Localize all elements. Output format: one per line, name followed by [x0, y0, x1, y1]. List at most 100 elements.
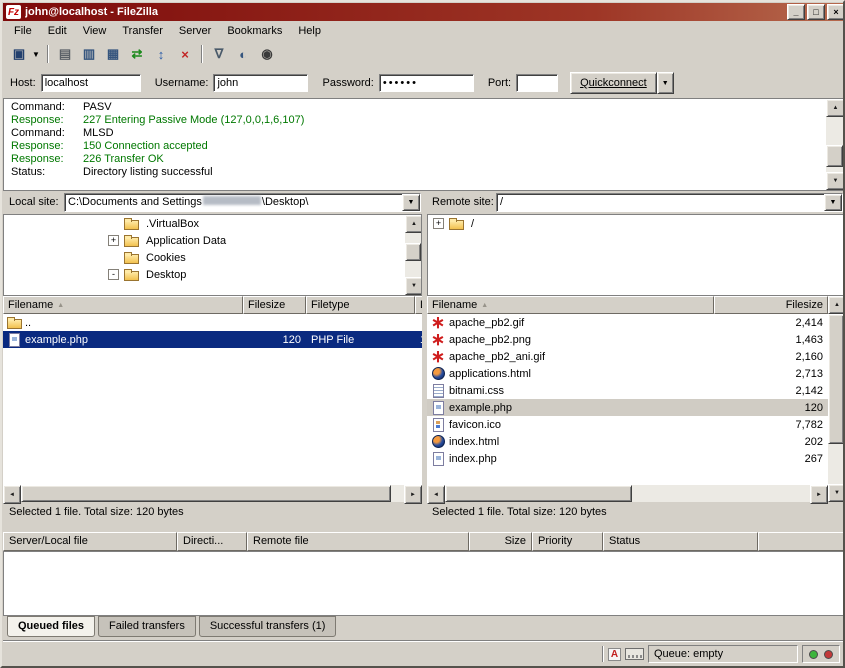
- file-row[interactable]: index.html 202: [427, 433, 828, 450]
- file-row[interactable]: favicon.ico 7,782: [427, 416, 828, 433]
- menu-item[interactable]: Help: [290, 23, 329, 39]
- process-queue-icon[interactable]: ↕: [150, 44, 172, 64]
- queue-column-header[interactable]: Remote file: [247, 532, 469, 551]
- quickconnect-dropdown-icon[interactable]: ▼: [657, 72, 674, 94]
- file-row[interactable]: example.php 120: [427, 399, 828, 416]
- scrollbar-track[interactable]: [828, 314, 844, 484]
- queue-column-header[interactable]: Server/Local file: [3, 532, 177, 551]
- toggle-log-icon[interactable]: ▤: [54, 44, 76, 64]
- tree-expander-icon[interactable]: +: [108, 235, 119, 246]
- filesize-cell: 120: [714, 399, 828, 416]
- queue-tab[interactable]: Queued files: [7, 616, 95, 637]
- password-input[interactable]: [379, 74, 474, 92]
- queue-body[interactable]: [3, 551, 844, 616]
- menu-item[interactable]: Bookmarks: [219, 23, 290, 39]
- column-header[interactable]: Filetype: [306, 296, 415, 314]
- queue-tab[interactable]: Failed transfers: [98, 616, 196, 637]
- scroll-up-icon[interactable]: ▲: [826, 99, 845, 117]
- tree-item[interactable]: - Desktop: [4, 266, 421, 283]
- minimize-button[interactable]: _: [787, 4, 805, 20]
- column-header[interactable]: L: [415, 296, 422, 314]
- menu-item[interactable]: Edit: [40, 23, 75, 39]
- column-header[interactable]: Filename ▲: [3, 296, 243, 314]
- scrollbar-thumb[interactable]: [826, 145, 843, 167]
- toggle-local-tree-icon[interactable]: ▥: [78, 44, 100, 64]
- queue-column-header[interactable]: Status: [603, 532, 758, 551]
- remote-vscrollbar[interactable]: ▲ ▼: [828, 296, 844, 502]
- site-manager-dropdown-icon[interactable]: ▼: [30, 44, 42, 64]
- file-row[interactable]: apache_pb2.png 1,463: [427, 331, 828, 348]
- toggle-remote-tree-icon[interactable]: ▦: [102, 44, 124, 64]
- scrollbar-thumb[interactable]: [21, 485, 391, 502]
- local-hscrollbar[interactable]: ◄ ►: [3, 485, 422, 502]
- menu-item[interactable]: View: [75, 23, 115, 39]
- file-row[interactable]: bitnami.css 2,142: [427, 382, 828, 399]
- tree-item[interactable]: + Application Data: [4, 232, 421, 249]
- file-row[interactable]: example.php 120 PHP File 1: [3, 331, 422, 348]
- scrollbar-track[interactable]: [405, 233, 421, 277]
- scroll-up-icon[interactable]: ▲: [405, 215, 422, 233]
- file-row[interactable]: applications.html 2,713: [427, 365, 828, 382]
- file-row[interactable]: apache_pb2.gif 2,414: [427, 314, 828, 331]
- tree-item[interactable]: .VirtualBox: [4, 215, 421, 232]
- scroll-left-icon[interactable]: ◄: [427, 485, 445, 504]
- tree-item[interactable]: + /: [428, 215, 843, 232]
- local-tree-scrollbar[interactable]: ▲ ▼: [405, 215, 421, 295]
- queue-column-header[interactable]: Priority: [532, 532, 603, 551]
- ascii-transfer-type-icon[interactable]: A: [608, 648, 621, 661]
- scroll-right-icon[interactable]: ►: [810, 485, 828, 504]
- local-site-combo[interactable]: C:\Documents and Settings\Desktop\ ▼: [64, 193, 421, 212]
- menu-item[interactable]: File: [6, 23, 40, 39]
- username-input[interactable]: [213, 74, 308, 92]
- file-row[interactable]: index.php 267: [427, 450, 828, 467]
- scroll-down-icon[interactable]: ▼: [828, 484, 845, 502]
- scroll-right-icon[interactable]: ►: [404, 485, 422, 504]
- dropdown-icon[interactable]: ▼: [824, 194, 842, 211]
- host-input[interactable]: [41, 74, 141, 92]
- scrollbar-thumb[interactable]: [445, 485, 632, 502]
- find-icon[interactable]: ◉: [256, 44, 278, 64]
- menu-item[interactable]: Server: [171, 23, 219, 39]
- compare-icon[interactable]: ◐: [232, 44, 254, 64]
- column-header[interactable]: Filesize: [714, 296, 828, 314]
- column-header[interactable]: Filesize: [243, 296, 306, 314]
- keyboard-icon[interactable]: [625, 648, 644, 660]
- scroll-left-icon[interactable]: ◄: [3, 485, 21, 504]
- log-line-text: 227 Entering Passive Mode (127,0,0,1,6,1…: [83, 114, 304, 126]
- queue-column-header[interactable]: Size: [469, 532, 532, 551]
- scroll-down-icon[interactable]: ▼: [405, 277, 422, 295]
- maximize-button[interactable]: □: [807, 4, 825, 20]
- scroll-down-icon[interactable]: ▼: [826, 172, 845, 190]
- remote-site-combo[interactable]: / ▼: [496, 193, 843, 212]
- close-button[interactable]: ×: [827, 4, 845, 20]
- column-header[interactable]: Filename ▲: [427, 296, 714, 314]
- log-line-type: Response:: [11, 153, 83, 166]
- site-manager-icon[interactable]: ▣: [8, 44, 30, 64]
- scroll-up-icon[interactable]: ▲: [828, 296, 845, 314]
- tree-item[interactable]: Cookies: [4, 249, 421, 266]
- queue-tab[interactable]: Successful transfers (1): [199, 616, 337, 637]
- log-scrollbar[interactable]: ▲ ▼: [826, 99, 843, 190]
- file-type-icon: [430, 367, 446, 380]
- refresh-icon[interactable]: ⇄: [126, 44, 148, 64]
- cancel-icon[interactable]: ×: [174, 44, 196, 64]
- remote-hscrollbar[interactable]: ◄ ►: [427, 485, 828, 502]
- tree-expander-icon[interactable]: +: [433, 218, 444, 229]
- file-row[interactable]: ..: [3, 314, 422, 331]
- title-bar[interactable]: Fz john@localhost - FileZilla _ □ ×: [3, 3, 845, 21]
- port-input[interactable]: [516, 74, 558, 92]
- dropdown-icon[interactable]: ▼: [402, 194, 420, 211]
- scrollbar-thumb[interactable]: [405, 243, 421, 261]
- remote-selection-status: Selected 1 file. Total size: 120 bytes: [432, 506, 607, 518]
- menu-item[interactable]: Transfer: [114, 23, 171, 39]
- scrollbar-track[interactable]: [21, 485, 404, 502]
- scrollbar-track[interactable]: [445, 485, 810, 502]
- queue-column-header[interactable]: Directi...: [177, 532, 247, 551]
- filter-icon[interactable]: ∇: [208, 44, 230, 64]
- scrollbar-thumb[interactable]: [828, 314, 844, 444]
- tree-expander-icon[interactable]: -: [108, 269, 119, 280]
- file-row[interactable]: apache_pb2_ani.gif 2,160: [427, 348, 828, 365]
- scrollbar-track[interactable]: [826, 117, 843, 172]
- quickconnect-button[interactable]: Quickconnect: [570, 72, 657, 94]
- filename: favicon.ico: [449, 419, 501, 431]
